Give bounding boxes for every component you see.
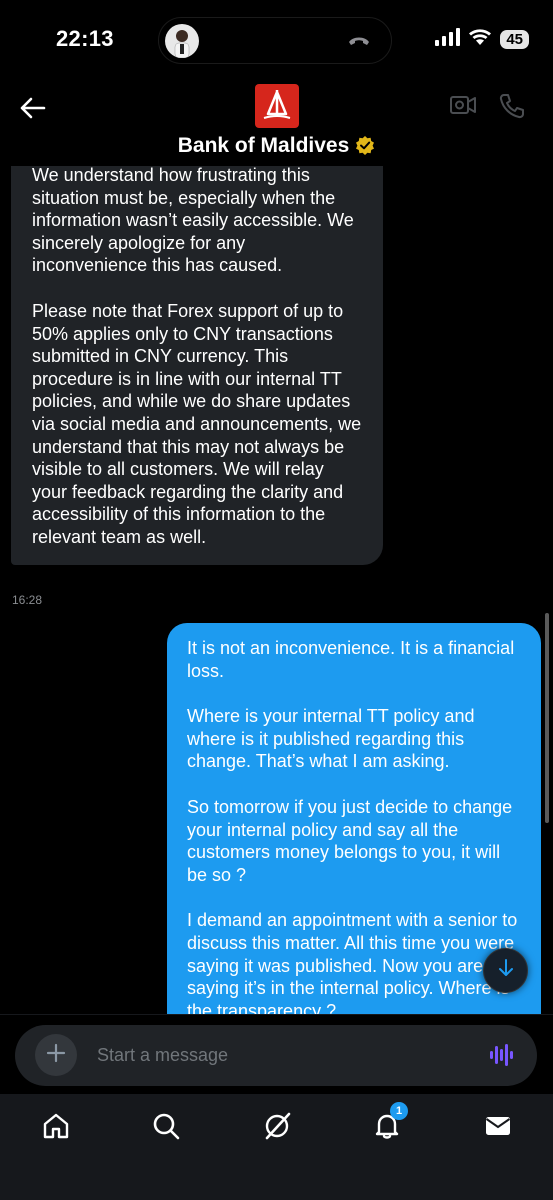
plus-icon <box>46 1043 66 1068</box>
status-bar: 22:13 45 <box>0 0 553 84</box>
bank-logo[interactable] <box>255 84 299 128</box>
notification-badge: 1 <box>390 1102 408 1120</box>
composer-area <box>0 1014 553 1094</box>
message-input[interactable] <box>97 1039 477 1071</box>
wifi-icon <box>468 28 492 51</box>
message-list[interactable]: We understand how frustrating this situa… <box>0 166 553 1014</box>
composer <box>15 1025 537 1086</box>
phone-call-icon[interactable] <box>498 92 526 125</box>
caller-avatar <box>165 24 199 58</box>
message-paragraph: Where is your internal TT policy and whe… <box>187 706 475 772</box>
verified-badge-icon <box>355 135 375 161</box>
chat-header: Bank of Maldives <box>0 84 553 166</box>
arrow-down-icon <box>498 959 514 982</box>
message-paragraph: I demand an appointment with a senior to… <box>187 910 518 1014</box>
scroll-to-bottom-button[interactable] <box>483 948 528 993</box>
status-time: 22:13 <box>56 26 114 51</box>
message-timestamp: 16:28 <box>12 593 43 607</box>
chat-title[interactable]: Bank of Maldives <box>0 134 553 161</box>
home-icon[interactable] <box>38 1108 74 1144</box>
dynamic-island[interactable] <box>158 17 392 64</box>
video-call-icon[interactable] <box>449 94 477 121</box>
back-arrow-icon[interactable] <box>18 94 46 122</box>
incoming-message[interactable]: We understand how frustrating this situa… <box>11 166 383 565</box>
bottom-tab-bar: 1 <box>0 1094 553 1200</box>
message-paragraph: We understand how frustrating this situa… <box>32 166 354 276</box>
battery-icon: 45 <box>500 30 529 49</box>
outgoing-message[interactable]: It is not an inconvenience. It is a fina… <box>167 623 541 1014</box>
grok-icon[interactable] <box>259 1108 295 1144</box>
message-paragraph: So tomorrow if you just decide to change… <box>187 796 513 885</box>
messages-icon[interactable] <box>480 1108 516 1144</box>
signal-icon <box>434 28 461 51</box>
add-media-button[interactable] <box>35 1034 77 1076</box>
voice-message-icon[interactable] <box>489 1043 515 1072</box>
status-icons: 45 <box>434 28 529 51</box>
scrollbar[interactable] <box>545 613 549 823</box>
phone-hangup-icon[interactable] <box>347 32 371 55</box>
message-paragraph: Please note that Forex support of up to … <box>32 300 362 547</box>
search-icon[interactable] <box>148 1108 184 1144</box>
message-paragraph: It is not an inconvenience. It is a fina… <box>187 638 515 681</box>
chat-title-text: Bank of Maldives <box>177 134 350 157</box>
notifications-icon[interactable]: 1 <box>369 1102 408 1144</box>
